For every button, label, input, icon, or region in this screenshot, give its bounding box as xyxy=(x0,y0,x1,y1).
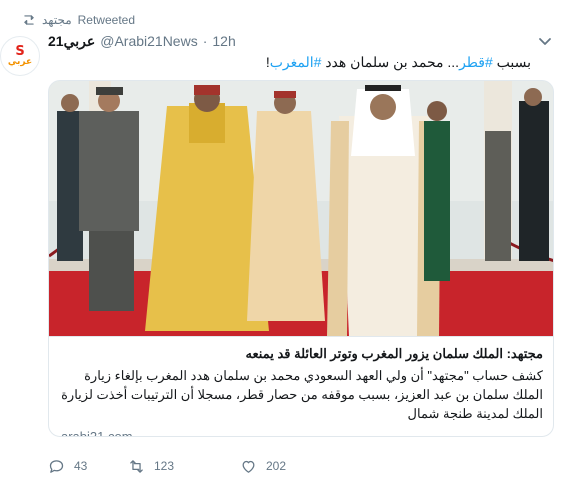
card-title[interactable]: مجتهد: الملك سلمان يزور المغرب وتوتر الع… xyxy=(61,345,543,363)
tweet-actions: 43 123 202 xyxy=(48,456,286,476)
reply-count: 43 xyxy=(74,459,88,473)
avatar[interactable]: S عربي xyxy=(0,36,40,76)
retweet-count: 123 xyxy=(154,459,175,473)
card-photo xyxy=(49,81,553,336)
heart-icon xyxy=(242,460,255,473)
like-count: 202 xyxy=(266,459,287,473)
card-text[interactable]: مجتهد: الملك سلمان يزور المغرب وتوتر الع… xyxy=(49,336,553,436)
reply-icon xyxy=(49,459,64,473)
tweet-time[interactable]: 12h xyxy=(212,33,235,49)
tweet-header: عربي21 @Arabi21News · 12h xyxy=(48,32,236,50)
tweet-text: بسبب #قطر... محمد بن سلمان هدد #المغرب! xyxy=(48,53,531,71)
author-handle[interactable]: @Arabi21News xyxy=(100,33,197,49)
hashtag-link[interactable]: #قطر xyxy=(459,54,493,70)
retweet-button[interactable]: 123 xyxy=(128,458,240,475)
link-card[interactable]: مجتهد: الملك سلمان يزور المغرب وتوتر الع… xyxy=(48,80,554,437)
card-image[interactable] xyxy=(49,81,553,336)
retweet-icon xyxy=(130,459,143,473)
tweet-text-part: بسبب xyxy=(492,54,531,70)
card-description: كشف حساب "مجتهد" أن ولي العهد السعودي مح… xyxy=(61,368,543,421)
retweet-context: مجتهد Retweeted xyxy=(22,12,135,28)
time-separator: · xyxy=(202,33,208,49)
hashtag-link[interactable]: #المغرب xyxy=(270,54,322,70)
retweeter-name[interactable]: مجتهد xyxy=(42,13,72,27)
retweet-label: Retweeted xyxy=(77,13,135,27)
retweet-small-icon xyxy=(24,15,34,25)
avatar-logo-text: عربي xyxy=(7,57,33,67)
reply-button[interactable]: 43 xyxy=(48,458,128,475)
chevron-down-icon[interactable] xyxy=(538,36,552,46)
like-button[interactable]: 202 xyxy=(240,458,286,475)
card-domain[interactable]: arabi21.com xyxy=(61,429,543,436)
author-name[interactable]: عربي21 xyxy=(48,33,95,50)
tweet-text-part: ... محمد بن سلمان هدد xyxy=(321,54,460,70)
